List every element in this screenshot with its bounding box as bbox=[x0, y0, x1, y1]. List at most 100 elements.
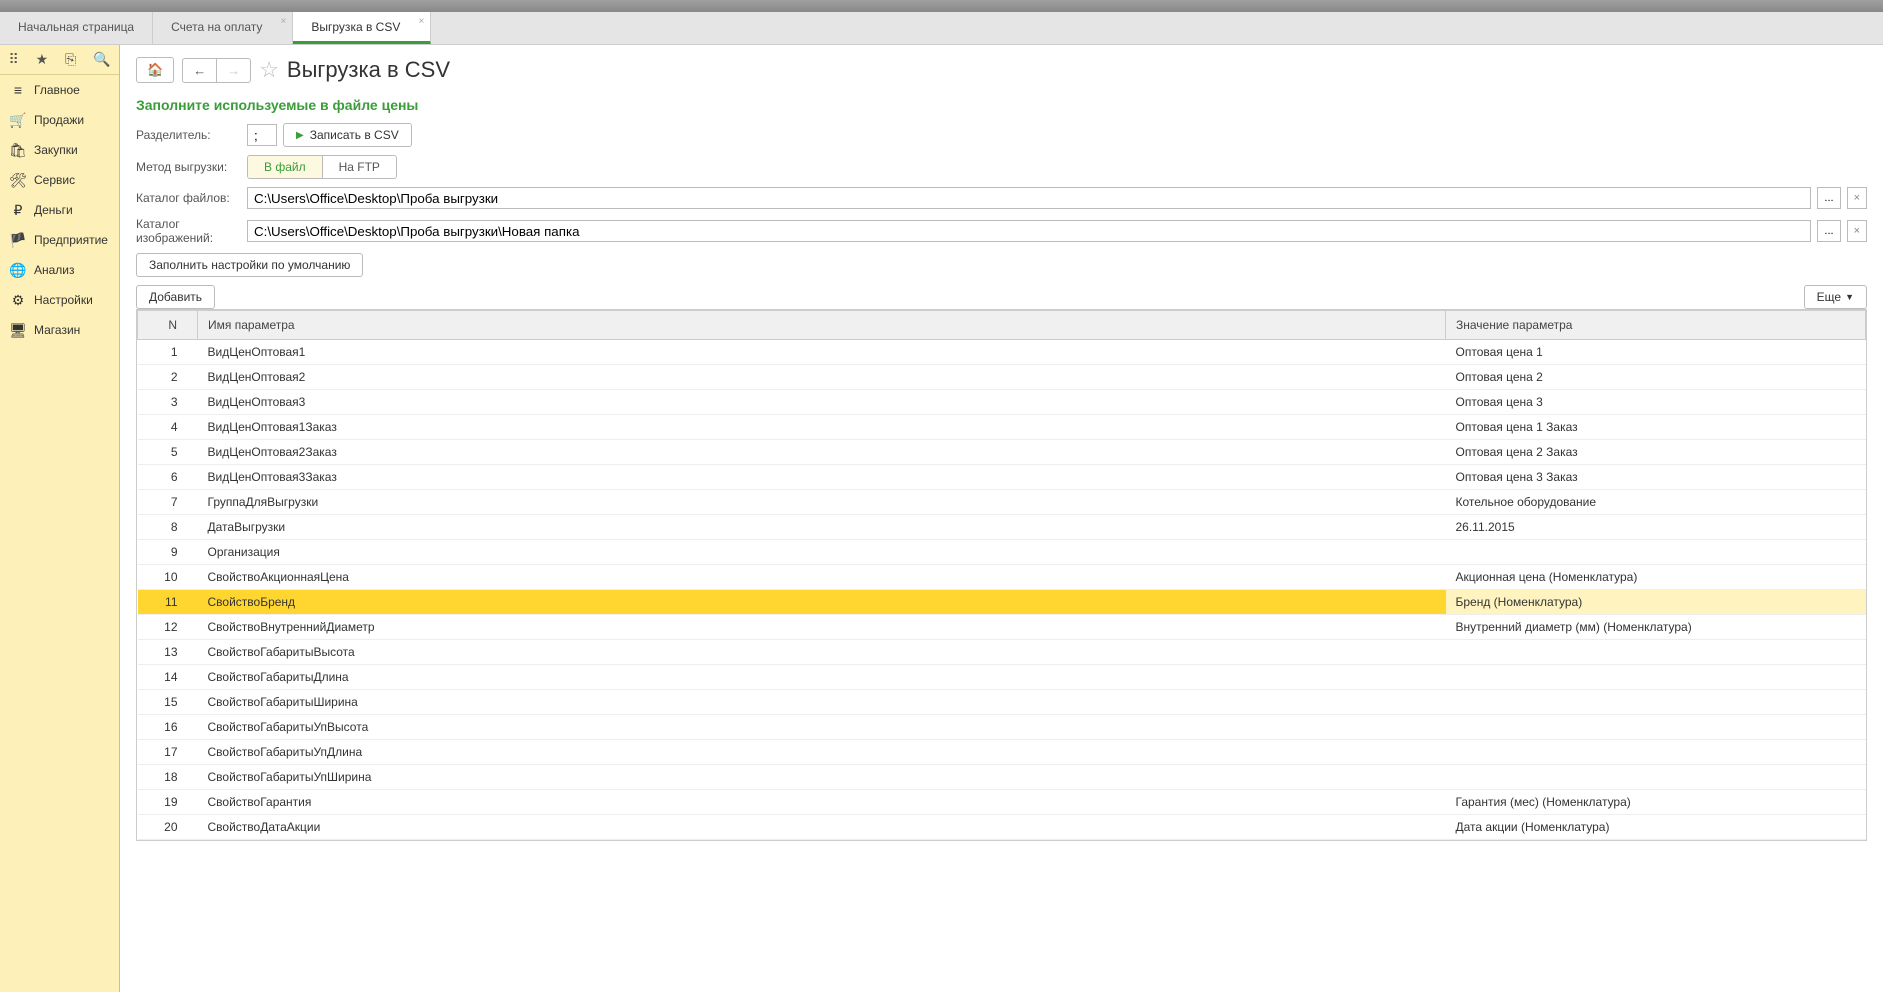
cell-name: СвойствоВнутреннийДиаметр bbox=[198, 615, 1446, 640]
cell-name: СвойствоГабаритыУпШирина bbox=[198, 765, 1446, 790]
table-row[interactable]: 17СвойствоГабаритыУпДлина bbox=[138, 740, 1866, 765]
table-row[interactable]: 3ВидЦенОптовая3Оптовая цена 3 bbox=[138, 390, 1866, 415]
sidebar-item-label: Предприятие bbox=[34, 233, 108, 247]
table-row[interactable]: 19СвойствоГарантияГарантия (мес) (Номенк… bbox=[138, 790, 1866, 815]
images-dir-input[interactable] bbox=[247, 220, 1811, 242]
cell-name: СвойствоДатаАкции bbox=[198, 815, 1446, 840]
images-dir-clear-button[interactable]: × bbox=[1847, 220, 1867, 242]
table-row[interactable]: 15СвойствоГабаритыШирина bbox=[138, 690, 1866, 715]
cell-name: ВидЦенОптовая2Заказ bbox=[198, 440, 1446, 465]
cell-name: ДатаВыгрузки bbox=[198, 515, 1446, 540]
parameters-table: N Имя параметра Значение параметра 1ВидЦ… bbox=[136, 309, 1867, 841]
table-row[interactable]: 2ВидЦенОптовая2Оптовая цена 2 bbox=[138, 365, 1866, 390]
back-button[interactable]: ← bbox=[182, 58, 217, 83]
star-icon[interactable]: ★ bbox=[36, 51, 49, 68]
tab-close-icon[interactable]: × bbox=[281, 16, 287, 27]
table-row[interactable]: 10СвойствоАкционнаяЦенаАкционная цена (Н… bbox=[138, 565, 1866, 590]
favorite-star-icon[interactable]: ☆ bbox=[259, 57, 279, 83]
table-row[interactable]: 12СвойствоВнутреннийДиаметрВнутренний ди… bbox=[138, 615, 1866, 640]
write-csv-label: Записать в CSV bbox=[310, 128, 399, 142]
home-button[interactable]: 🏠 bbox=[136, 57, 174, 83]
sidebar-item[interactable]: 🏴Предприятие bbox=[0, 225, 119, 255]
table-row[interactable]: 20СвойствоДатаАкцииДата акции (Номенклат… bbox=[138, 815, 1866, 840]
fill-defaults-button[interactable]: Заполнить настройки по умолчанию bbox=[136, 253, 363, 277]
cell-value: Оптовая цена 3 Заказ bbox=[1446, 465, 1866, 490]
document-tab[interactable]: Выгрузка в CSV× bbox=[293, 12, 431, 44]
cell-value: Оптовая цена 1 Заказ bbox=[1446, 415, 1866, 440]
add-button[interactable]: Добавить bbox=[136, 285, 215, 309]
cell-n: 8 bbox=[138, 515, 198, 540]
sidebar-item[interactable]: ⚙Настройки bbox=[0, 285, 119, 315]
files-dir-input[interactable] bbox=[247, 187, 1811, 209]
sidebar-item[interactable]: 🌐Анализ bbox=[0, 255, 119, 285]
table-row[interactable]: 16СвойствоГабаритыУпВысота bbox=[138, 715, 1866, 740]
cell-n: 14 bbox=[138, 665, 198, 690]
play-icon: ▶ bbox=[296, 130, 304, 141]
cell-n: 17 bbox=[138, 740, 198, 765]
sidebar-item[interactable]: 🖥Магазин bbox=[0, 315, 119, 345]
cell-n: 3 bbox=[138, 390, 198, 415]
cell-n: 11 bbox=[138, 590, 198, 615]
copy-icon[interactable]: ⎘ bbox=[65, 51, 76, 68]
document-tab[interactable]: Счета на оплату× bbox=[153, 12, 293, 44]
page-title: Выгрузка в CSV bbox=[287, 57, 450, 83]
cell-n: 5 bbox=[138, 440, 198, 465]
cell-value: Оптовая цена 3 bbox=[1446, 390, 1866, 415]
sidebar-item-label: Деньги bbox=[34, 203, 73, 217]
table-row[interactable]: 8ДатаВыгрузки26.11.2015 bbox=[138, 515, 1866, 540]
files-dir-clear-button[interactable]: × bbox=[1847, 187, 1867, 209]
cell-value: Гарантия (мес) (Номенклатура) bbox=[1446, 790, 1866, 815]
table-row[interactable]: 7ГруппаДляВыгрузкиКотельное оборудование bbox=[138, 490, 1866, 515]
section-heading: Заполните используемые в файле цены bbox=[136, 97, 1867, 113]
document-tab[interactable]: Начальная страница bbox=[0, 12, 153, 44]
cell-name: ВидЦенОптовая3 bbox=[198, 390, 1446, 415]
forward-button[interactable]: → bbox=[217, 58, 251, 83]
cell-value bbox=[1446, 715, 1866, 740]
tab-close-icon[interactable]: × bbox=[419, 16, 425, 27]
separator-input[interactable] bbox=[247, 124, 277, 146]
table-row[interactable]: 18СвойствоГабаритыУпШирина bbox=[138, 765, 1866, 790]
sidebar-item-icon: ≡ bbox=[10, 82, 26, 98]
sidebar-item[interactable]: 🛒 Продажи bbox=[0, 105, 119, 135]
sidebar-item-label: Продажи bbox=[34, 113, 84, 127]
table-row[interactable]: 4ВидЦенОптовая1ЗаказОптовая цена 1 Заказ bbox=[138, 415, 1866, 440]
table-row[interactable]: 13СвойствоГабаритыВысота bbox=[138, 640, 1866, 665]
search-icon[interactable]: 🔍 bbox=[93, 51, 110, 68]
files-dir-label: Каталог файлов: bbox=[136, 191, 241, 205]
col-header-name[interactable]: Имя параметра bbox=[198, 311, 1446, 340]
to-file-option[interactable]: В файл bbox=[248, 156, 323, 178]
sidebar-item[interactable]: 🛠Сервис bbox=[0, 165, 119, 195]
sidebar-item[interactable]: ≡ Главное bbox=[0, 75, 119, 105]
images-dir-browse-button[interactable]: ... bbox=[1817, 220, 1840, 242]
cell-name: ВидЦенОптовая3Заказ bbox=[198, 465, 1446, 490]
sidebar-item[interactable]: 🛍Закупки bbox=[0, 135, 119, 165]
cell-n: 9 bbox=[138, 540, 198, 565]
cell-value: Дата акции (Номенклатура) bbox=[1446, 815, 1866, 840]
sidebar-item-label: Главное bbox=[34, 83, 80, 97]
cell-value: Внутренний диаметр (мм) (Номенклатура) bbox=[1446, 615, 1866, 640]
cell-name: ВидЦенОптовая1 bbox=[198, 340, 1446, 365]
table-row[interactable]: 1ВидЦенОптовая1Оптовая цена 1 bbox=[138, 340, 1866, 365]
table-row[interactable]: 9Организация bbox=[138, 540, 1866, 565]
cell-n: 18 bbox=[138, 765, 198, 790]
table-row[interactable]: 14СвойствоГабаритыДлина bbox=[138, 665, 1866, 690]
more-button[interactable]: Еще ▼ bbox=[1804, 285, 1867, 309]
files-dir-browse-button[interactable]: ... bbox=[1817, 187, 1840, 209]
write-csv-button[interactable]: ▶ Записать в CSV bbox=[283, 123, 412, 147]
sidebar-item-icon: ⚙ bbox=[10, 292, 26, 308]
sidebar-item-icon: 🛍 bbox=[10, 142, 26, 158]
col-header-value[interactable]: Значение параметра bbox=[1446, 311, 1866, 340]
to-ftp-option[interactable]: На FTP bbox=[323, 156, 396, 178]
table-row[interactable]: 11СвойствоБрендБренд (Номенклатура) bbox=[138, 590, 1866, 615]
sidebar-item-icon: 🛠 bbox=[10, 172, 26, 188]
sidebar-item[interactable]: ₽Деньги bbox=[0, 195, 119, 225]
main-content: 🏠 ← → ☆ Выгрузка в CSV Заполните использ… bbox=[120, 45, 1883, 992]
table-row[interactable]: 6ВидЦенОптовая3ЗаказОптовая цена 3 Заказ bbox=[138, 465, 1866, 490]
table-row[interactable]: 5ВидЦенОптовая2ЗаказОптовая цена 2 Заказ bbox=[138, 440, 1866, 465]
cell-name: Организация bbox=[198, 540, 1446, 565]
cell-n: 12 bbox=[138, 615, 198, 640]
col-header-n[interactable]: N bbox=[138, 311, 198, 340]
sidebar-item-icon: 🛒 bbox=[10, 112, 26, 128]
cell-name: ВидЦенОптовая2 bbox=[198, 365, 1446, 390]
apps-icon[interactable]: ⠿ bbox=[8, 51, 18, 68]
